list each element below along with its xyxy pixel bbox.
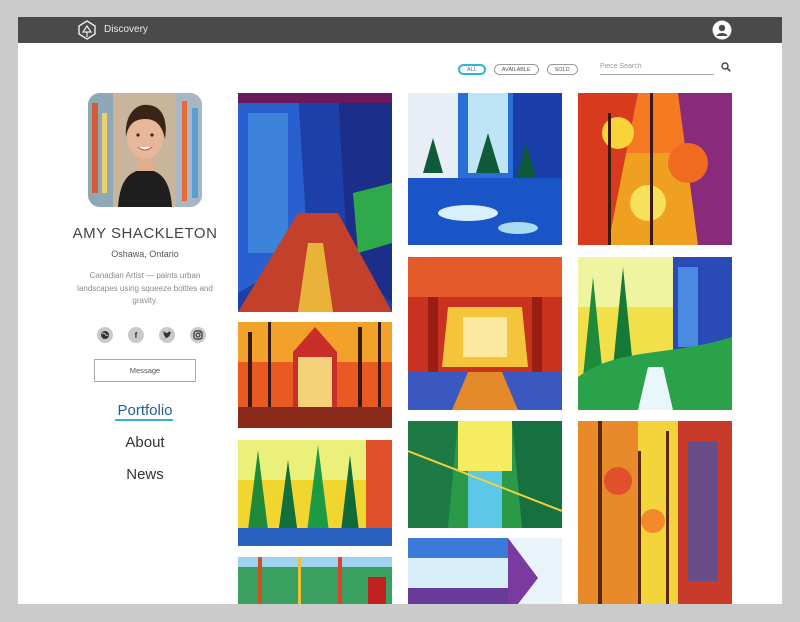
artwork-thumbnail[interactable]: [578, 421, 732, 604]
artwork-thumbnail[interactable]: [578, 93, 732, 245]
artwork-thumbnail[interactable]: [408, 93, 562, 245]
filter-sold-button[interactable]: SOLD: [546, 64, 578, 75]
nav-about[interactable]: About: [38, 434, 252, 451]
discovery-logo-icon[interactable]: [78, 20, 96, 40]
nav-portfolio[interactable]: Portfolio: [38, 402, 252, 419]
active-nav-underline: [115, 419, 173, 421]
artist-name: AMY SHACKLETON: [72, 225, 218, 242]
instagram-icon[interactable]: [190, 327, 206, 343]
globe-icon[interactable]: [97, 327, 113, 343]
artwork-thumbnail[interactable]: [408, 538, 562, 604]
artist-bio: Canadian Artist — paints urban landscape…: [77, 271, 213, 305]
nav-news[interactable]: News: [38, 466, 252, 483]
artwork-thumbnail[interactable]: [408, 257, 562, 410]
device-frame: Discovery ALL AVAILABLE SOLD Piece Searc…: [0, 0, 800, 622]
filter-available-button[interactable]: AVAILABLE: [493, 64, 539, 75]
piece-search-input[interactable]: [600, 61, 714, 75]
artwork-thumbnail[interactable]: [238, 322, 392, 428]
artwork-thumbnail[interactable]: [238, 440, 392, 546]
search-icon[interactable]: [721, 62, 731, 72]
top-bar: Discovery: [18, 17, 782, 43]
message-button[interactable]: Message: [94, 359, 196, 382]
filter-all-button[interactable]: ALL: [458, 64, 486, 75]
artist-location: Oshawa, Ontario: [111, 249, 179, 259]
facebook-icon[interactable]: f: [128, 327, 144, 343]
social-links: f: [97, 327, 206, 343]
artist-avatar: [88, 93, 202, 207]
artwork-thumbnail[interactable]: [238, 93, 392, 312]
filter-group: ALL AVAILABLE SOLD: [458, 64, 578, 75]
twitter-icon[interactable]: [159, 327, 175, 343]
browser-window: Discovery ALL AVAILABLE SOLD Piece Searc…: [18, 17, 782, 604]
artwork-thumbnail[interactable]: [578, 257, 732, 410]
artwork-thumbnail[interactable]: [408, 421, 562, 528]
artwork-thumbnail[interactable]: [238, 557, 392, 604]
brand-label[interactable]: Discovery: [104, 24, 148, 35]
user-account-icon[interactable]: [712, 20, 732, 40]
